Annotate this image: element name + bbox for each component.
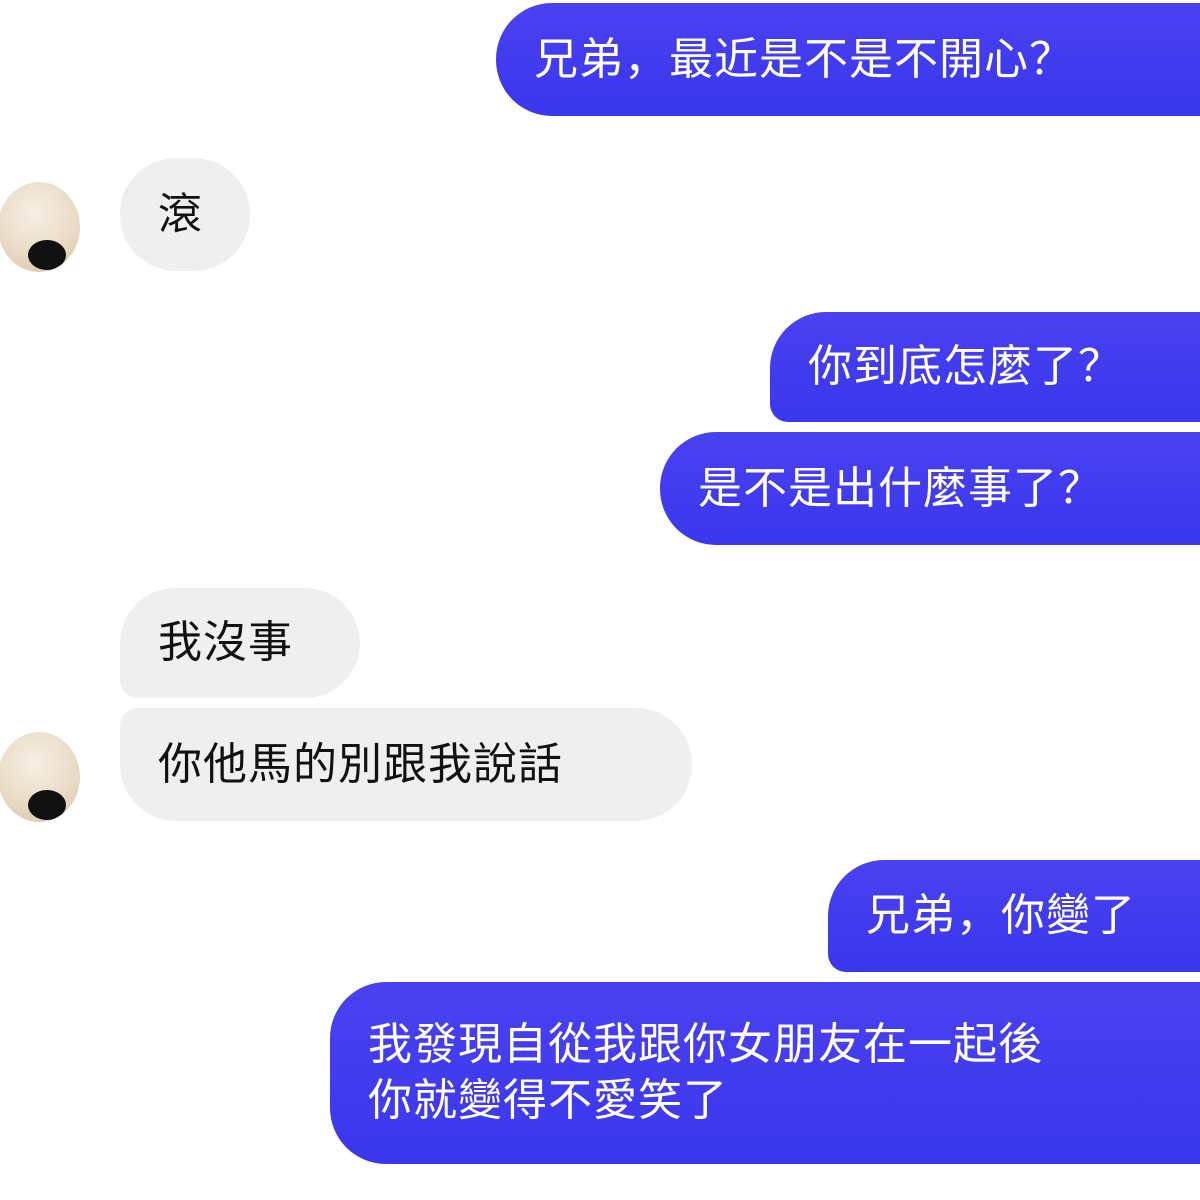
message-text: 兄弟，你變了	[866, 890, 1136, 941]
message-bubble-outgoing[interactable]: 我發現自從我跟你女朋友在一起後 你就變得不愛笑了	[330, 982, 1200, 1164]
message-line: 我發現自從我跟你女朋友在一起後	[368, 1019, 1043, 1070]
message-text: 你到底怎麼了？	[808, 341, 1123, 392]
avatar-mark	[28, 790, 66, 820]
message-bubble-outgoing[interactable]: 兄弟，最近是不是不開心？	[496, 3, 1200, 116]
message-text: 兄弟，最近是不是不開心？	[534, 33, 1074, 85]
message-bubble-incoming[interactable]: 滾	[120, 158, 250, 271]
message-bubble-incoming[interactable]: 我沒事	[120, 588, 360, 698]
message-line: 你就變得不愛笑了	[368, 1075, 728, 1126]
contact-avatar-icon[interactable]	[0, 732, 80, 822]
message-bubble-incoming[interactable]: 你他馬的別跟我說話	[120, 708, 692, 821]
message-bubble-outgoing[interactable]: 是不是出什麼事了？	[660, 432, 1200, 545]
message-bubble-outgoing[interactable]: 你到底怎麼了？	[770, 312, 1200, 422]
message-text: 你他馬的別跟我說話	[158, 738, 563, 790]
message-bubble-outgoing[interactable]: 兄弟，你變了	[828, 860, 1200, 972]
message-text: 滾	[158, 188, 203, 240]
message-text: 我沒事	[158, 617, 293, 668]
chat-thread: 兄弟，最近是不是不開心？ 滾 你到底怎麼了？ 是不是出什麼事了？ 我沒事 你他馬…	[0, 0, 1200, 1200]
avatar-mark	[28, 240, 66, 270]
contact-avatar-icon[interactable]	[0, 182, 80, 272]
message-text: 是不是出什麼事了？	[698, 462, 1103, 514]
message-text: 我發現自從我跟你女朋友在一起後 你就變得不愛笑了	[368, 1017, 1043, 1129]
